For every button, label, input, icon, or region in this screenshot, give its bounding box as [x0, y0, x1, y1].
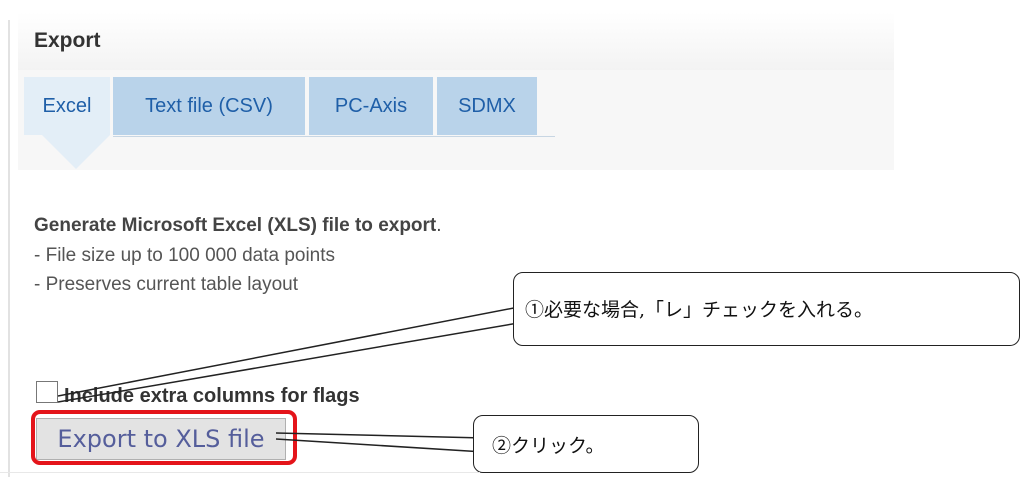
callout-check-if-needed: ①必要な場合,「レ」チェックを入れる。 — [513, 272, 1020, 346]
leader-line-2a — [275, 432, 485, 439]
bottom-divider — [0, 472, 480, 473]
callout-leader-lines — [57, 305, 525, 453]
leader-line-2b — [275, 438, 485, 453]
leader-line-1a — [57, 305, 525, 397]
callout-click: ②クリック。 — [473, 415, 699, 473]
leader-line-1b — [57, 321, 525, 403]
